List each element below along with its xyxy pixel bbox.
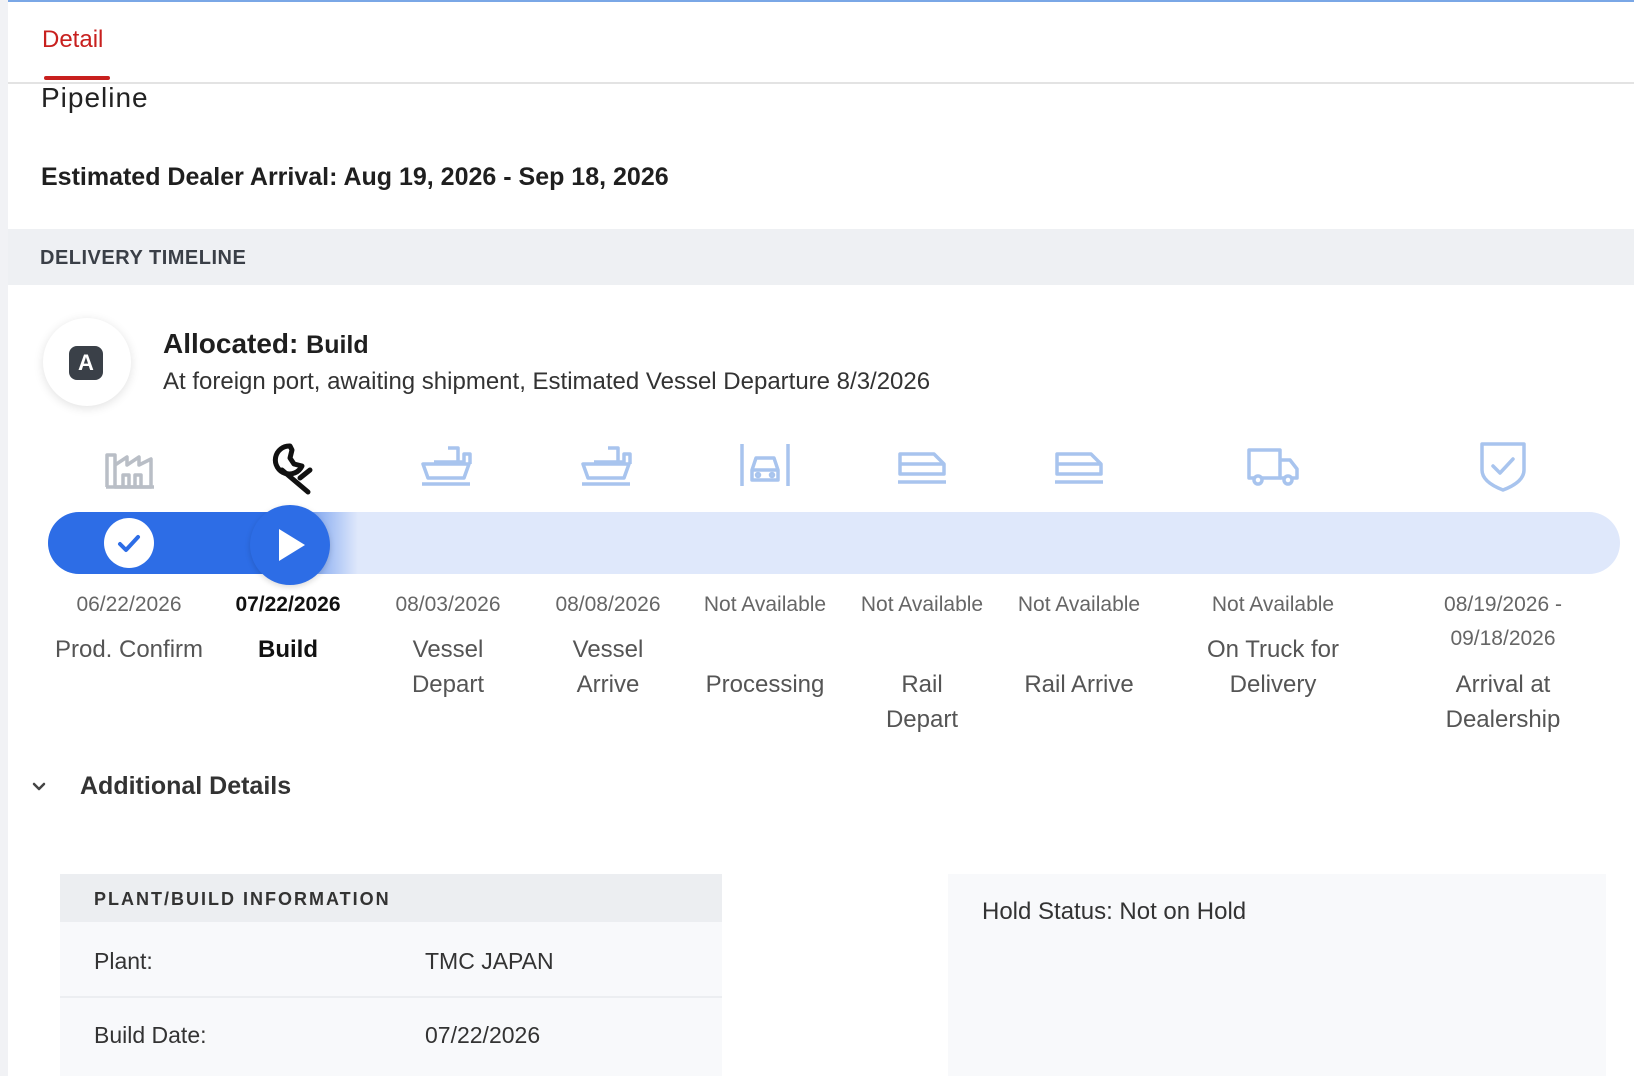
build-date-row: Build Date: 07/22/2026 [60, 998, 722, 1072]
ship-depart-icon [421, 446, 472, 486]
step-label: Prod. Confirm [54, 636, 204, 663]
truck-icon [1247, 448, 1299, 486]
step-date: 08/19/2026 - 09/18/2026 [1444, 593, 1562, 650]
step-label: Rail Depart [885, 671, 959, 733]
factory-icon [105, 453, 154, 489]
delivery-timeline-header: DELIVERY TIMELINE [8, 229, 1634, 285]
wrench-icon [272, 443, 313, 495]
status-description: At foreign port, awaiting shipment, Esti… [163, 368, 931, 395]
step-date: 08/08/2026 [555, 593, 661, 616]
plant-label: Plant: [94, 948, 153, 974]
processing-icon [740, 444, 790, 486]
estimated-dealer-arrival: Estimated Dealer Arrival: Aug 19, 2026 -… [41, 163, 669, 191]
step-current-marker [250, 505, 330, 585]
step-date: Not Available [1017, 593, 1141, 616]
tab-bar: Detail [8, 2, 1634, 84]
page-title: Pipeline [41, 82, 149, 113]
step-label: Vessel Depart [411, 636, 485, 698]
checkmark-icon [118, 535, 140, 552]
status-heading: Allocated: Build [163, 328, 369, 360]
plant-build-title: PLANT/BUILD INFORMATION [94, 889, 391, 909]
status-avatar: A [43, 318, 131, 406]
tab-active-indicator [44, 76, 110, 80]
step-label: Processing [705, 671, 825, 698]
step-label: Vessel Arrive [572, 636, 644, 698]
status-badge: A [69, 346, 103, 380]
left-rail [0, 0, 8, 1076]
step-complete-marker [104, 518, 154, 568]
status-value: Build [306, 331, 369, 359]
plant-build-card: PLANT/BUILD INFORMATION Plant: TMC JAPAN… [60, 874, 722, 1076]
rail-depart-icon [898, 452, 946, 484]
step-label: Build [258, 636, 318, 663]
step-label: On Truck for Delivery [1206, 636, 1340, 698]
step-date: Not Available [1211, 593, 1335, 616]
additional-details-label: Additional Details [80, 772, 292, 800]
tab-detail[interactable]: Detail [42, 26, 103, 54]
step-label: Rail Arrive [1024, 671, 1134, 698]
plant-build-header: PLANT/BUILD INFORMATION [60, 874, 722, 922]
status-label: Allocated: [163, 328, 299, 359]
plant-value: TMC JAPAN [425, 948, 554, 974]
hold-status-text: Hold Status: Not on Hold [982, 898, 1247, 925]
step-date: 06/22/2026 [76, 593, 182, 616]
hold-status-card: Hold Status: Not on Hold [948, 874, 1606, 1076]
rail-arrive-icon [1055, 452, 1103, 484]
play-icon [279, 529, 305, 561]
step-date: Not Available [860, 593, 984, 616]
ship-arrive-icon [581, 446, 632, 486]
chevron-down-icon [32, 782, 46, 791]
shield-check-icon [1480, 442, 1526, 492]
build-date-label: Build Date: [94, 1022, 207, 1048]
step-date: 08/03/2026 [395, 593, 501, 616]
delivery-timeline-title: DELIVERY TIMELINE [40, 247, 247, 269]
step-date: Not Available [703, 593, 827, 616]
build-date-value: 07/22/2026 [425, 1022, 541, 1048]
step-label: Arrival at Dealership [1445, 671, 1561, 733]
step-date: 07/22/2026 [235, 593, 341, 616]
plant-row: Plant: TMC JAPAN [60, 924, 722, 998]
